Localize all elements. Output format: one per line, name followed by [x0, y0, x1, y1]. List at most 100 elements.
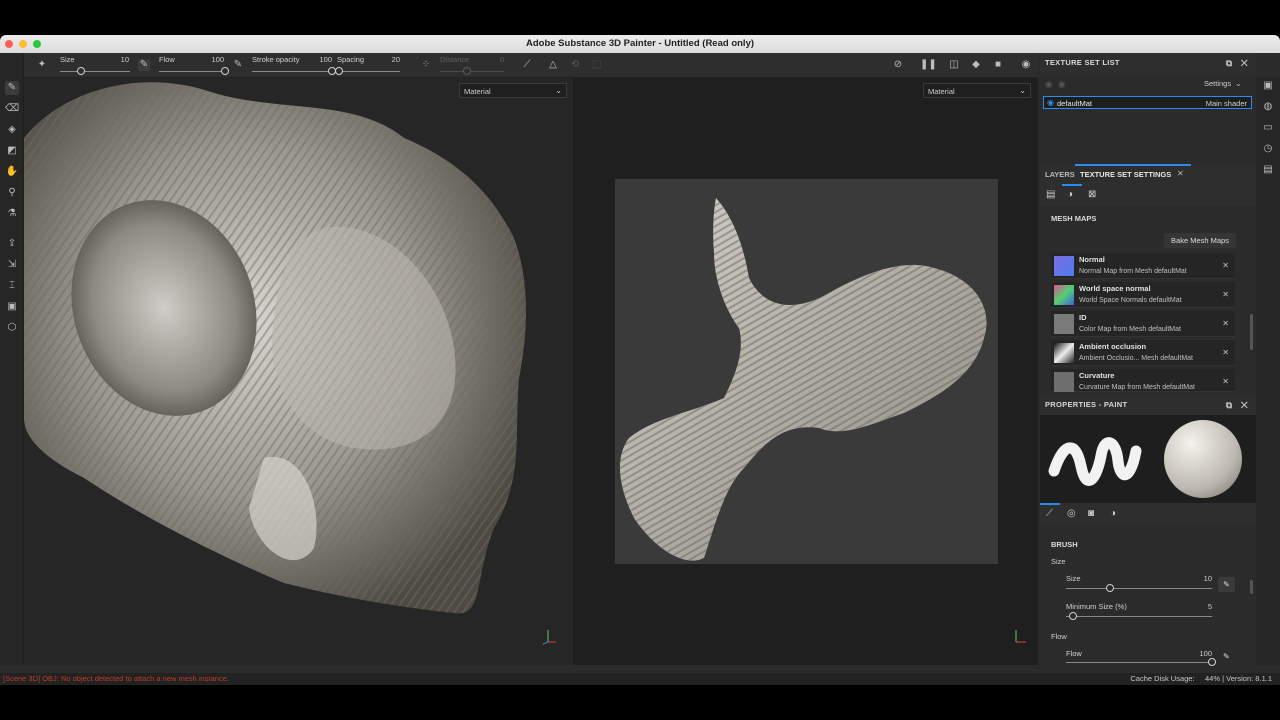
normal-map-thumbnail — [1054, 256, 1074, 276]
alpha-tab-icon[interactable]: ◎ — [1067, 508, 1076, 519]
mesh-map-name: ID — [1079, 313, 1087, 322]
brush-preset-icon[interactable]: ✦ — [36, 59, 48, 71]
remove-map-icon[interactable]: ✕ — [1222, 261, 1229, 270]
mesh-map-curvature[interactable]: Curvature Curvature Map from Mesh defaul… — [1051, 369, 1235, 392]
toolbar-spacing-value[interactable]: 20 — [384, 55, 400, 64]
toolbar-size-value[interactable]: 10 — [114, 55, 129, 64]
toolbar-flow-slider[interactable] — [159, 71, 225, 72]
viewport-2d[interactable]: Material ⌄ — [574, 78, 1038, 665]
toolbar-spacing-knob[interactable] — [334, 67, 343, 75]
mesh-map-id[interactable]: ID Color Map from Mesh defaultMat ✕ — [1051, 311, 1235, 337]
brush-tab-icon[interactable]: ⟋ — [1046, 508, 1053, 519]
tab-layers[interactable]: LAYERS — [1045, 170, 1075, 179]
flow-slider-knob[interactable] — [1208, 658, 1216, 666]
minimum-size-slider-knob[interactable] — [1069, 612, 1078, 620]
shader-icon[interactable]: ◑ — [1067, 189, 1073, 200]
viewport-2d-channel-dropdown[interactable]: Material ⌄ — [923, 83, 1031, 98]
mesh-map-normal[interactable]: Normal Normal Map from Mesh defaultMat ✕ — [1051, 253, 1235, 279]
mesh-map-name: Curvature — [1079, 371, 1115, 380]
paint-brush-icon[interactable]: ✎ — [5, 81, 19, 95]
panel-controls[interactable]: ⧉ ✕ — [1226, 395, 1248, 415]
eraser-icon[interactable]: ⌫ — [5, 102, 19, 116]
stencil-tab-icon[interactable]: ◙ — [1088, 508, 1094, 519]
size-pressure-button[interactable]: ✎ — [1218, 577, 1235, 592]
split-view-icon[interactable]: ◫ — [948, 59, 960, 71]
toolbar-distance-slider — [440, 71, 504, 72]
toolbar-distance-value: 0 — [499, 55, 504, 64]
mesh-maps-scrollbar[interactable] — [1250, 314, 1253, 350]
lazy-mouse-icon[interactable]: ⁘ — [420, 59, 432, 71]
toolbar-stroke-opacity-slider[interactable] — [252, 71, 332, 72]
flow-slider[interactable] — [1066, 662, 1212, 663]
minimize-window-button[interactable] — [19, 40, 27, 48]
size-value[interactable]: 10 — [1198, 574, 1212, 583]
toolbar-flow-value[interactable]: 100 — [204, 55, 224, 64]
render-icon[interactable]: ▣ — [5, 300, 19, 314]
id-map-thumbnail — [1054, 314, 1074, 334]
toolbar-size-knob[interactable] — [77, 67, 85, 75]
zoom-window-button[interactable] — [33, 40, 41, 48]
window-title: Adobe Substance 3D Painter - Untitled (R… — [525, 38, 755, 49]
mesh-map-world-space-normal[interactable]: World space normal World Space Normals d… — [1051, 282, 1235, 308]
display-settings-icon[interactable]: ▣ — [1262, 80, 1274, 92]
toolbar-stroke-opacity-value[interactable]: 100 — [312, 55, 332, 64]
settings-dropdown[interactable]: Settings ⌄ — [1204, 79, 1242, 88]
pen-pressure-icon[interactable]: ✎ — [138, 59, 150, 71]
camera-mode-icon[interactable]: ◆ — [970, 59, 982, 71]
remove-map-icon[interactable]: ✕ — [1222, 290, 1229, 299]
hide-ui-icon[interactable]: ⊘ — [892, 59, 904, 71]
remove-map-icon[interactable]: ✕ — [1222, 348, 1229, 357]
visibility-toggle-icon[interactable]: ◉ ◉ — [1045, 79, 1066, 90]
cache-label: Cache Disk Usage: — [1130, 674, 1195, 683]
eye-icon[interactable]: ◉ — [1047, 98, 1054, 107]
material-tab-icon[interactable]: ◑ — [1110, 508, 1116, 519]
texture-set-shader[interactable]: Main shader — [1206, 99, 1247, 108]
texture-set-row[interactable]: ◉ defaultMat Main shader — [1043, 96, 1252, 109]
flow-pressure-icon[interactable]: ✎ — [1223, 652, 1230, 661]
toolbar-flow-knob[interactable] — [221, 67, 229, 75]
video-icon[interactable]: ■ — [992, 59, 1004, 71]
viewport-3d-channel-dropdown[interactable]: Material ⌄ — [459, 83, 567, 98]
version-label: | Version: 8.1.1 — [1222, 674, 1272, 683]
close-tab-icon[interactable]: ✕ — [1177, 169, 1184, 178]
viewport-3d[interactable]: Material ⌄ — [24, 78, 573, 665]
texture-set-list-header: TEXTURE SET LIST ⧉ ✕ — [1040, 53, 1256, 73]
properties-scrollbar[interactable] — [1250, 580, 1253, 594]
panel-controls[interactable]: ⧉ ✕ — [1226, 53, 1248, 73]
smudge-icon[interactable]: ✋ — [5, 165, 19, 179]
close-window-button[interactable] — [5, 40, 13, 48]
log-icon[interactable]: ▤ — [1262, 164, 1274, 176]
bake-mesh-maps-button[interactable]: Bake Mesh Maps — [1164, 233, 1236, 248]
toolbar-spacing-slider[interactable] — [337, 71, 400, 72]
pause-icon[interactable]: ❚❚ — [920, 59, 937, 71]
mesh-map-ambient-occlusion[interactable]: Ambient occlusion Ambient Occlusio... Me… — [1051, 340, 1235, 366]
channels-icon[interactable]: ▤ — [1046, 189, 1055, 200]
size-slider[interactable] — [1066, 588, 1212, 589]
minimum-size-slider[interactable] — [1066, 616, 1212, 617]
toolbar-size-slider[interactable] — [60, 71, 130, 72]
remove-map-icon[interactable]: ✕ — [1222, 319, 1229, 328]
assets-icon[interactable]: ▭ — [1262, 122, 1274, 134]
polygon-fill-icon[interactable]: ◩ — [5, 144, 19, 158]
measure-icon[interactable]: ⇲ — [5, 258, 19, 272]
picker-icon[interactable]: ⚗ — [5, 207, 19, 221]
flow-pressure-icon[interactable]: ✎ — [232, 59, 244, 71]
mirror-icon[interactable]: △ — [547, 59, 559, 71]
tiling-icon: ⟲ — [570, 59, 580, 70]
minimum-size-value[interactable]: 5 — [1198, 602, 1212, 611]
mesh-maps-icon[interactable]: ⊠ — [1088, 189, 1096, 200]
align-icon: ⬚ — [592, 59, 602, 70]
bake-icon[interactable]: ⇪ — [5, 237, 19, 251]
environment-icon[interactable]: ◍ — [1262, 101, 1274, 113]
projection-icon[interactable]: ◈ — [5, 123, 19, 137]
flow-value[interactable]: 100 — [1192, 649, 1212, 658]
remove-map-icon[interactable]: ✕ — [1222, 377, 1229, 386]
size-slider-knob[interactable] — [1105, 584, 1114, 592]
mesh-icon[interactable]: ⬡ — [5, 321, 19, 335]
history-icon[interactable]: ◷ — [1262, 143, 1274, 155]
screenshot-icon[interactable]: ◉ — [1020, 59, 1032, 71]
annotation-icon[interactable]: ⌶ — [5, 279, 19, 293]
clone-stamp-icon[interactable]: ⚲ — [5, 186, 19, 200]
symmetry-icon[interactable]: ⟋ — [521, 59, 533, 71]
tab-texture-set-settings[interactable]: TEXTURE SET SETTINGS — [1080, 170, 1171, 179]
